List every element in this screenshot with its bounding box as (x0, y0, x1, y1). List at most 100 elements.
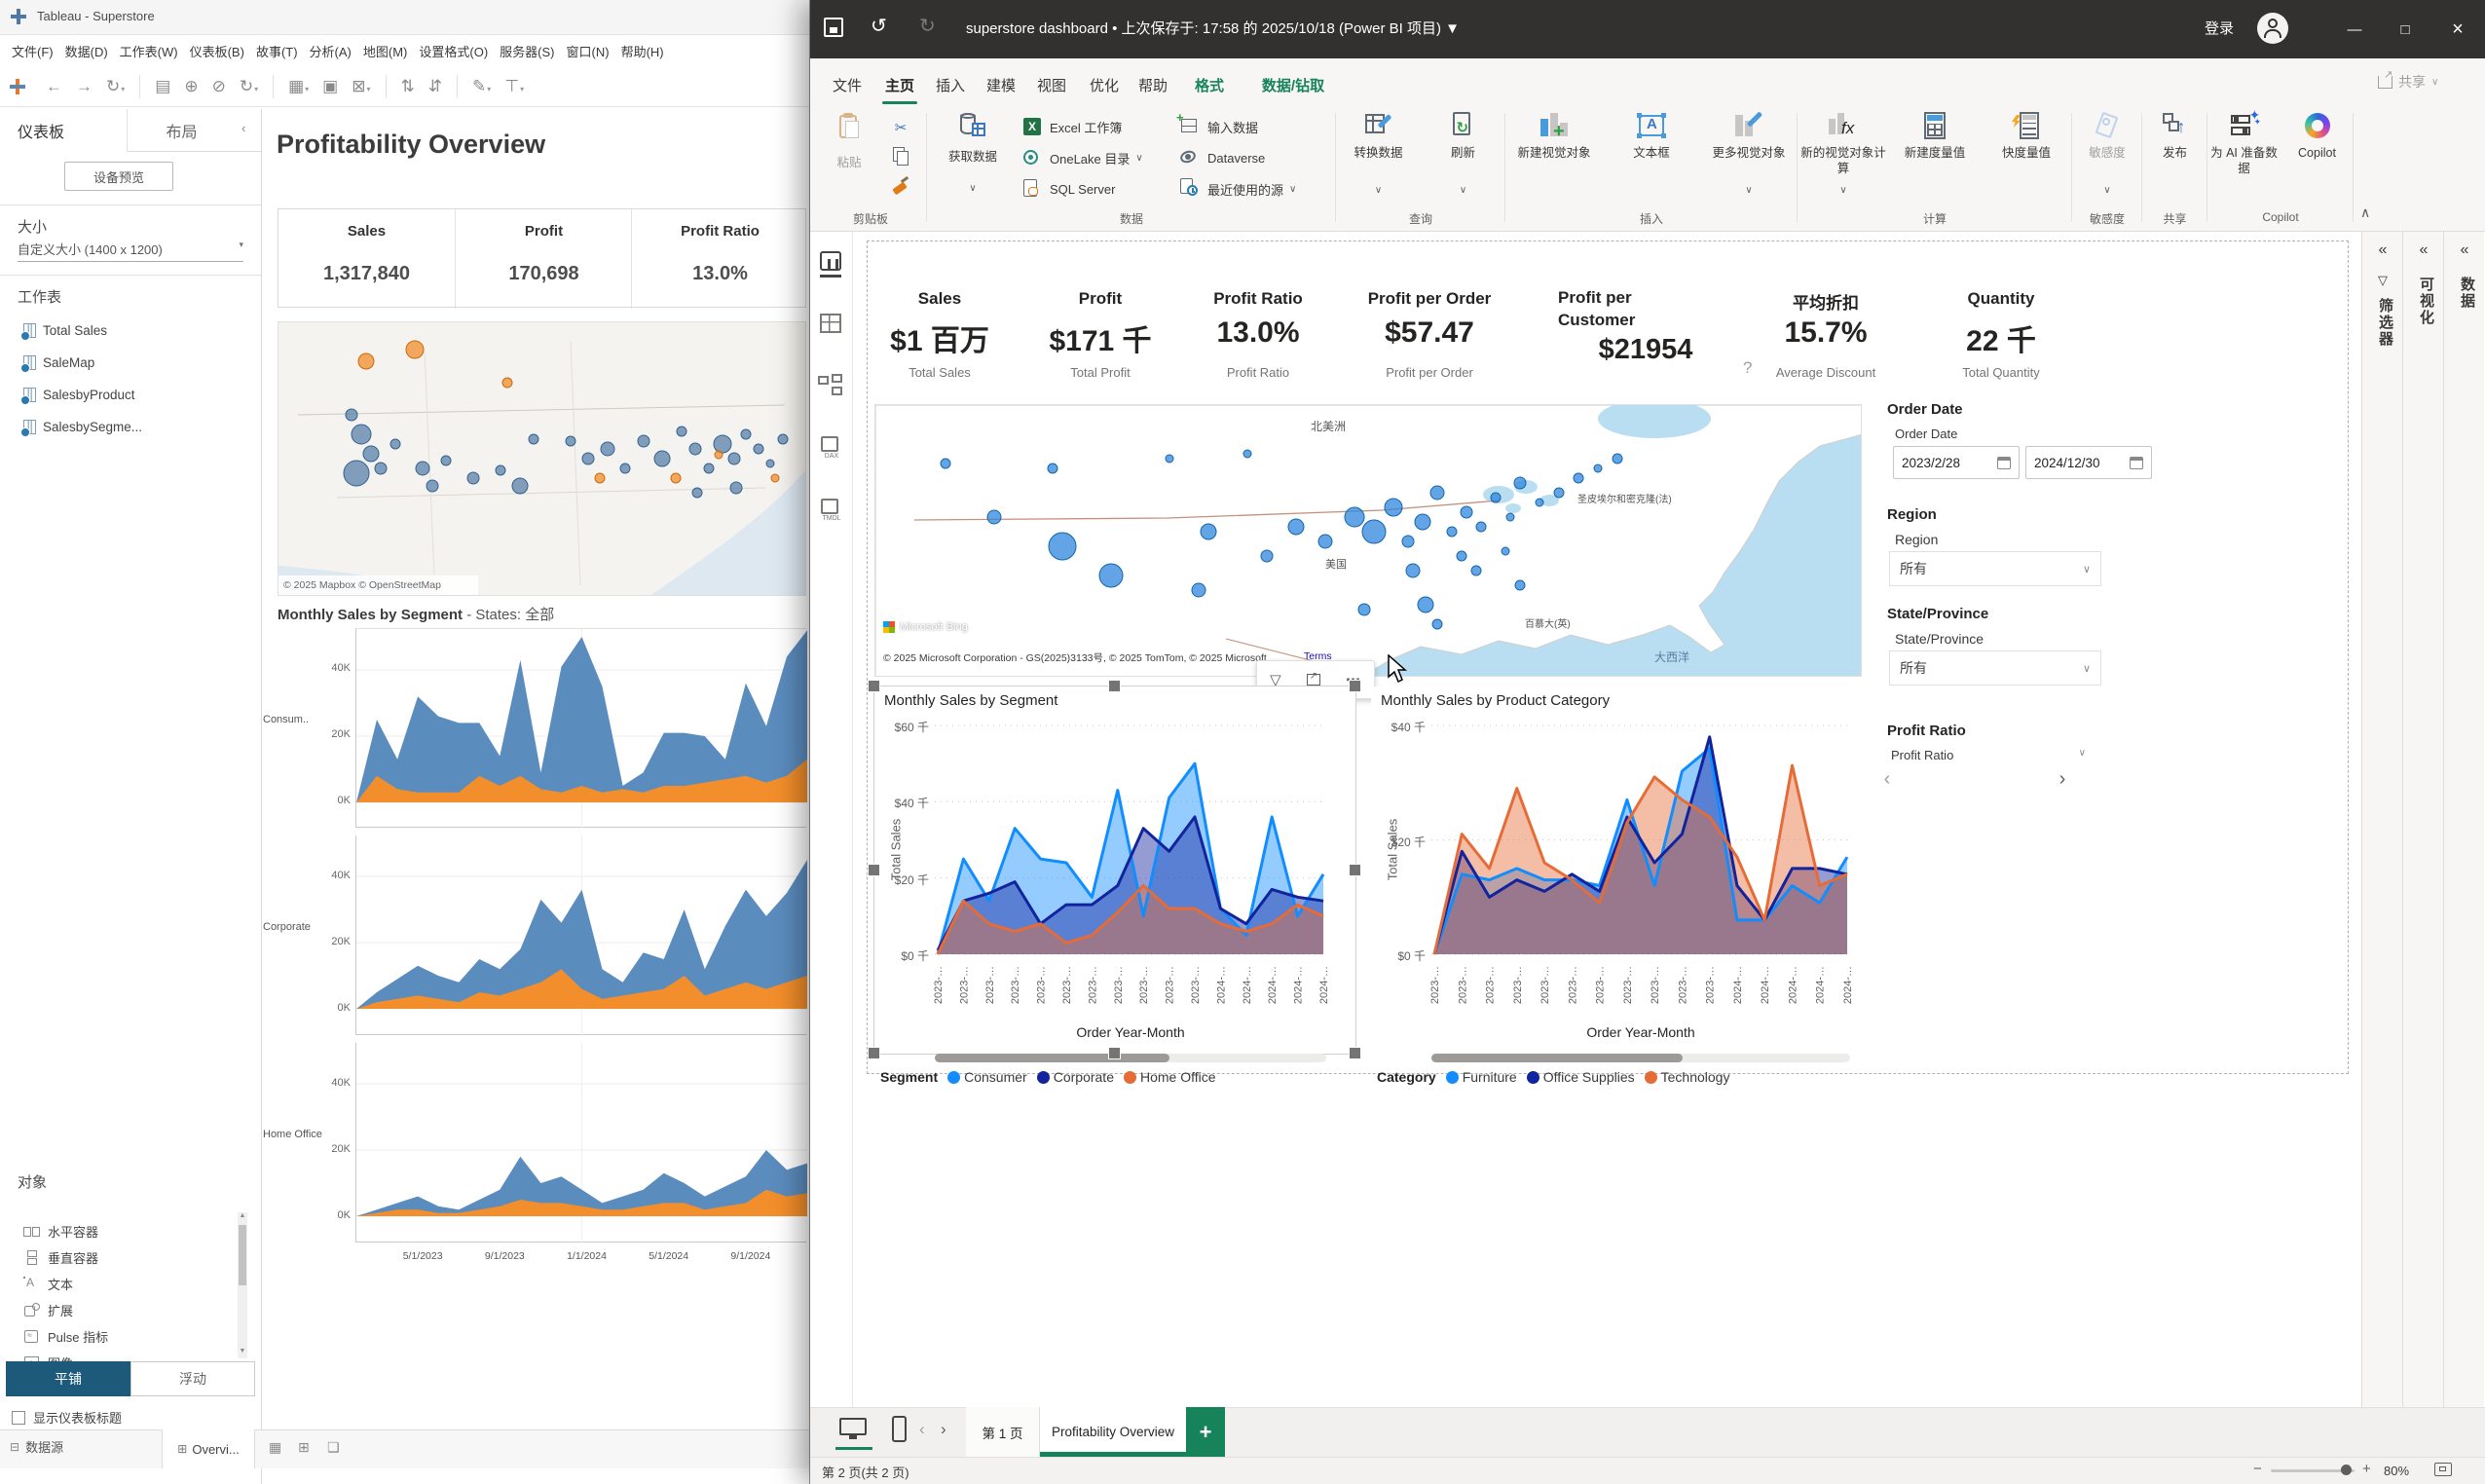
pane-data[interactable]: «数据 (2443, 232, 2484, 1407)
duplicate-icon[interactable]: ▣ (317, 77, 343, 96)
zoom-slider-thumb[interactable] (2341, 1465, 2352, 1475)
selection-handle[interactable] (1108, 680, 1121, 692)
zoom-level[interactable]: 80% (2384, 1464, 2409, 1478)
ribbon-item-excel[interactable]: XExcel 工作簿 (1020, 113, 1176, 140)
new-worksheet-icon[interactable]: ▦ (269, 1439, 281, 1456)
ribbon-tab-model[interactable]: 建模 (982, 70, 1020, 99)
object-list-item[interactable]: 水平容器 (23, 1219, 228, 1243)
ribbon-tab-format[interactable]: 格式 (1182, 70, 1237, 99)
objects-scroll-down-icon[interactable]: ▼ (238, 1348, 247, 1354)
getdata-button[interactable]: 获取数据∨ (937, 111, 1009, 208)
pause-updates-icon[interactable]: ⊘ (207, 77, 231, 96)
legend-item[interactable]: Technology (1645, 1069, 1730, 1085)
pane-collapse-icon[interactable]: « (2444, 241, 2485, 259)
pane-collapse-icon[interactable]: « (2403, 241, 2444, 259)
ribbon-button-copilot[interactable]: Copilot (2281, 111, 2354, 208)
pane-visualizations[interactable]: «可视化 (2402, 232, 2443, 1407)
ribbon-collapse-icon[interactable]: ∧ (2360, 204, 2370, 221)
profit-ratio-slicer-header[interactable]: Profit Ratio∨ (1891, 748, 2086, 762)
undo-icon[interactable]: ↺ (871, 14, 887, 38)
sheet-list-item[interactable]: SalesbySegme... (23, 414, 247, 439)
format-icon[interactable]: ⊤▾ (500, 77, 529, 96)
ribbon-tab-insert[interactable]: 插入 (931, 70, 970, 99)
ribbon-button-transform[interactable]: 转换数据∨ (1336, 111, 1421, 208)
date-to-input[interactable]: 2024/12/30 (2025, 446, 2152, 479)
avatar[interactable] (2257, 13, 2288, 44)
pane-collapse-icon[interactable]: « (2362, 241, 2403, 259)
ribbon-button-textbox[interactable]: A文本框 (1603, 111, 1700, 208)
ribbon-item-onelake[interactable]: OneLake 目录∨ (1020, 144, 1176, 171)
legend-item[interactable]: Furniture (1446, 1069, 1517, 1085)
selection-handle[interactable] (868, 680, 880, 692)
object-list-item[interactable]: Pulse 指标 (23, 1324, 228, 1348)
minimize-button[interactable]: — (2329, 0, 2380, 58)
menu-item[interactable]: 地图(M) (357, 42, 414, 60)
ribbon-button-quickmeasure[interactable]: 快度量值 (1981, 111, 2072, 208)
cut-icon[interactable]: ✂ (888, 115, 913, 140)
menu-item[interactable]: 故事(T) (250, 42, 304, 60)
paste-button[interactable]: 粘贴 (822, 113, 876, 206)
objects-scroll-up-icon[interactable]: ▲ (238, 1212, 247, 1219)
save-icon[interactable] (824, 18, 843, 37)
object-list-item[interactable]: 扩展 (23, 1298, 228, 1321)
maximize-button[interactable]: □ (2380, 0, 2430, 58)
ribbon-tab-home[interactable]: 主页 (880, 70, 919, 99)
menu-item[interactable]: 窗口(N) (561, 42, 615, 60)
zoom-out-icon[interactable]: − (2253, 1461, 2262, 1477)
clear-sheet-icon[interactable]: ⊠▾ (347, 77, 375, 96)
tableau-toolbar-logo-icon[interactable] (8, 77, 27, 96)
page-tab-active[interactable]: Profitability Overview (1040, 1407, 1186, 1457)
ribbon-button-prepai[interactable]: ✦✦为 AI 准备数据 (2207, 111, 2281, 208)
back-icon[interactable]: ← (41, 77, 67, 96)
menu-item[interactable]: 分析(A) (304, 42, 357, 60)
datasource-tab[interactable]: ⊟数据源 (10, 1437, 63, 1456)
share-button[interactable]: ↗共享∨ (2378, 72, 2438, 92)
object-list-item[interactable]: 垂直容器 (23, 1245, 228, 1269)
table-view-icon[interactable] (818, 312, 845, 341)
page-next-icon[interactable]: › (941, 1420, 946, 1439)
ribbon-button-sensitivity[interactable]: 敏感度∨ (2072, 111, 2142, 208)
forward-icon[interactable]: → (71, 77, 97, 96)
pane-filters[interactable]: «▽筛选器 (2361, 232, 2402, 1407)
pbi-monthly-sales-by-product-category[interactable]: Monthly Sales by Product CategoryTotal S… (1371, 686, 1879, 1054)
menu-item[interactable]: 服务器(S) (494, 42, 560, 60)
chart-scrollbar-thumb[interactable] (935, 1054, 1169, 1062)
nav-next-button[interactable]: › (2051, 767, 2074, 791)
ribbon-button-visualcalc[interactable]: fx新的视觉对象计算∨ (1798, 111, 1889, 208)
menu-item[interactable]: 文件(F) (6, 42, 59, 60)
sidebar-collapse-icon[interactable]: ‹ (241, 121, 245, 135)
legend-item[interactable]: Home Office (1124, 1069, 1216, 1085)
chart-scrollbar-thumb[interactable] (1431, 1054, 1683, 1062)
ribbon-button-publish[interactable]: ↑发布 (2142, 111, 2207, 208)
ribbon-item-recent[interactable]: 最近使用的源∨ (1178, 175, 1334, 203)
menu-item[interactable]: 设置格式(O) (413, 42, 494, 60)
menu-item[interactable]: 工作表(W) (114, 42, 184, 60)
refresh-icon[interactable]: ↻▾ (235, 77, 263, 96)
ribbon-button-newmeasure[interactable]: 新建度量值 (1889, 111, 1981, 208)
model-view-icon[interactable] (818, 374, 845, 403)
dax-query-view-icon[interactable]: DAX (818, 436, 845, 465)
sheet-list-item[interactable]: SalesbyProduct (23, 382, 247, 407)
objects-scroll-thumb[interactable] (239, 1225, 246, 1285)
ribbon-tab-data-drill[interactable]: 数据/钻取 (1248, 70, 1338, 99)
state-dropdown[interactable]: 所有∨ (1889, 650, 2101, 686)
focus-mode-icon[interactable]: ↗ (1307, 674, 1320, 686)
ribbon-button-newvisual[interactable]: +新建视觉对象 (1505, 111, 1603, 208)
menu-item[interactable]: 帮助(H) (615, 42, 670, 60)
date-from-input[interactable]: 2023/2/28 (1893, 446, 2020, 479)
selection-handle[interactable] (1349, 1047, 1361, 1059)
tiled-button[interactable]: 平铺 (6, 1361, 130, 1396)
selection-handle[interactable] (1108, 1047, 1121, 1059)
device-preview-button[interactable]: 设备预览 (64, 162, 173, 191)
selection-handle[interactable] (868, 864, 880, 876)
sort-ascending-icon[interactable]: ⇅ (396, 77, 420, 96)
close-button[interactable]: × (2430, 0, 2485, 58)
page-prev-icon[interactable]: ‹ (919, 1420, 925, 1439)
new-story-icon[interactable]: ❏ (327, 1439, 340, 1456)
chart-scrollbar[interactable] (1431, 1054, 1850, 1062)
sheet-list-item[interactable]: Total Sales (23, 317, 247, 343)
map-visual[interactable]: 北美洲圣皮埃尔和密克隆(法)美国百慕大(英)大西洋Microsoft Bing©… (874, 404, 1862, 677)
ribbon-item-sql[interactable]: SQL Server (1020, 175, 1176, 203)
sort-descending-icon[interactable]: ⇵ (424, 77, 447, 96)
ribbon-item-dataverse[interactable]: Dataverse (1178, 144, 1334, 171)
